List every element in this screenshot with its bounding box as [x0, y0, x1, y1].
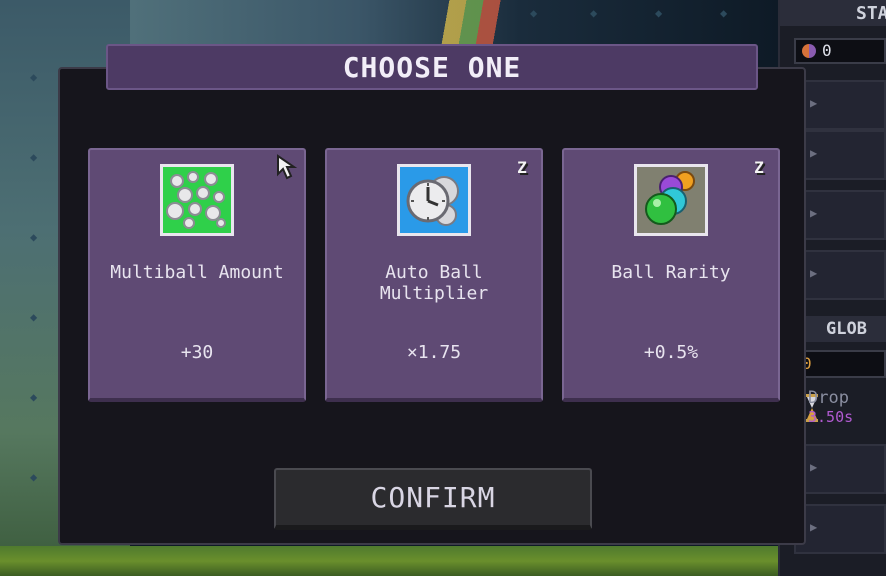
drop-value: 3.50s — [808, 408, 854, 426]
card-value: +0.5% — [643, 342, 699, 363]
coin-counter: 0 — [794, 38, 886, 64]
modal-title: CHOOSE ONE — [106, 44, 758, 90]
side-stat-row[interactable] — [794, 250, 886, 300]
clock-icon — [397, 164, 471, 236]
mouse-cursor-icon — [277, 154, 298, 180]
upgrade-card-ball-rarity[interactable]: Z Ball Rarity +0.5% — [562, 148, 780, 402]
upgrade-card-auto-ball-multiplier[interactable]: Z Auto Ball Multiplier ×1.75 — [325, 148, 543, 402]
coin-icon — [802, 44, 816, 58]
global-header: GLOB — [794, 316, 886, 342]
drop-label: Drop — [808, 388, 849, 408]
side-stat-row[interactable] — [794, 444, 886, 494]
global-value: 0 — [794, 350, 886, 378]
upgrade-card-multiball-amount[interactable]: Multiball Amount +30 — [88, 148, 306, 402]
confirm-button[interactable]: CONFIRM — [274, 468, 592, 530]
side-stat-row[interactable] — [794, 130, 886, 180]
sleep-badge-icon: Z — [517, 158, 527, 177]
card-name: Auto Ball Multiplier — [379, 262, 489, 304]
side-stat-row[interactable] — [794, 504, 886, 554]
background-ground — [0, 546, 886, 576]
rarity-balls-icon — [634, 164, 708, 236]
card-value: +30 — [180, 342, 214, 363]
side-stat-row[interactable] — [794, 80, 886, 130]
card-name: Multiball Amount — [110, 262, 284, 283]
sleep-badge-icon: Z — [754, 158, 764, 177]
card-value: ×1.75 — [406, 342, 462, 363]
side-stat-row[interactable] — [794, 190, 886, 240]
drop-timer: Drop 3.50s — [808, 388, 853, 426]
side-panel-header: STA — [780, 0, 886, 26]
multiball-icon — [160, 164, 234, 236]
coin-value: 0 — [822, 41, 832, 60]
card-name: Ball Rarity — [611, 262, 731, 283]
